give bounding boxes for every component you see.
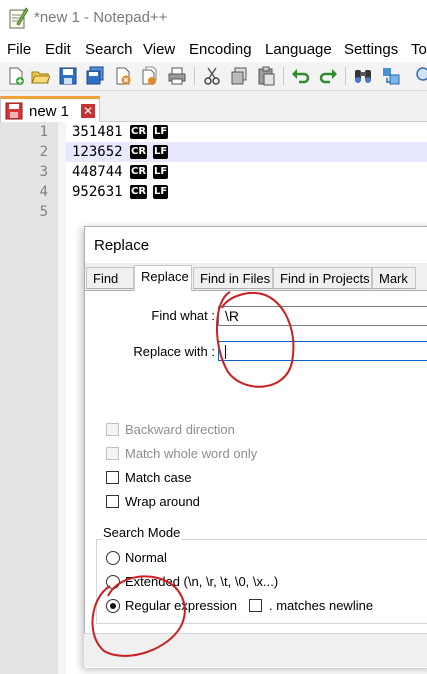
menu-bar: File Edit Search View Encoding Language … — [0, 38, 427, 62]
new-file-icon[interactable] — [6, 66, 26, 86]
zoom-in-icon[interactable] — [415, 66, 427, 86]
extended-label: Extended (\n, \r, \t, \0, \x...) — [125, 574, 279, 589]
line-number: 3 — [39, 164, 48, 180]
regex-radio[interactable] — [106, 599, 120, 613]
line-text: 123652 — [72, 144, 123, 160]
line-text: 448744 — [72, 164, 123, 180]
open-file-icon[interactable] — [30, 66, 50, 86]
line-number: 1 — [39, 124, 48, 140]
editor-line[interactable]: 952631 CR LF — [66, 182, 427, 202]
extended-radio[interactable] — [106, 575, 120, 589]
redo-icon[interactable] — [318, 66, 338, 86]
line-number: 5 — [39, 204, 48, 220]
regex-label: Regular expression — [125, 598, 238, 613]
tab-new-1[interactable]: new 1 ✕ — [0, 96, 100, 122]
dialog-tabs: Find Replace Find in Files Find in Proje… — [85, 265, 427, 291]
search-mode-title: Search Mode — [102, 525, 182, 540]
eol-lf-marker: LF — [153, 145, 169, 159]
cut-icon[interactable] — [202, 66, 222, 86]
tab-find-in-files[interactable]: Find in Files — [193, 267, 273, 289]
replace-icon[interactable] — [381, 66, 401, 86]
save-icon[interactable] — [58, 66, 78, 86]
matches-newline-label: . matches newline — [269, 598, 374, 613]
toolbar-separator — [345, 67, 346, 85]
tab-replace[interactable]: Replace — [134, 265, 192, 291]
matches-newline-checkbox[interactable] — [249, 599, 262, 612]
line-number: 2 — [39, 144, 48, 160]
menu-language[interactable]: Language — [265, 41, 332, 58]
line-text: 351481 — [72, 124, 123, 140]
eol-cr-marker: CR — [130, 185, 148, 199]
eol-lf-marker: LF — [153, 165, 169, 179]
menu-settings[interactable]: Settings — [344, 41, 398, 58]
menu-encoding[interactable]: Encoding — [189, 41, 252, 58]
editor-line-current[interactable]: 123652 CR LF — [66, 142, 427, 162]
dialog-title-bar[interactable]: Replace — [85, 227, 427, 263]
normal-radio[interactable] — [106, 551, 120, 565]
save-all-icon[interactable] — [85, 66, 105, 86]
eol-cr-marker: CR — [130, 125, 148, 139]
toolbar-separator — [283, 67, 284, 85]
tab-mark[interactable]: Mark — [372, 267, 416, 289]
menu-search[interactable]: Search — [85, 41, 133, 58]
menu-edit[interactable]: Edit — [45, 41, 71, 58]
tab-find-in-projects[interactable]: Find in Projects — [273, 267, 372, 289]
menu-file[interactable]: File — [7, 41, 31, 58]
print-icon[interactable] — [167, 66, 187, 86]
notepadpp-app-icon — [9, 7, 28, 29]
search-mode-area: Search Mode Normal Extended (\n, \r, \t,… — [84, 289, 427, 667]
eol-lf-marker: LF — [153, 125, 169, 139]
toolbar-separator — [194, 67, 195, 85]
menu-view[interactable]: View — [143, 41, 175, 58]
line-number: 4 — [39, 184, 48, 200]
dialog-title: Replace — [94, 237, 150, 254]
tab-label: new 1 — [29, 103, 70, 120]
close-file-icon[interactable] — [113, 66, 133, 86]
title-bar: *new 1 - Notepad++ — [0, 0, 427, 38]
editor-line[interactable]: 351481 CR LF — [66, 122, 427, 142]
find-icon[interactable] — [353, 66, 373, 86]
tab-find[interactable]: Find — [86, 267, 134, 289]
eol-lf-marker: LF — [153, 185, 169, 199]
window-title: *new 1 - Notepad++ — [34, 9, 168, 26]
toolbar — [0, 62, 427, 91]
undo-icon[interactable] — [291, 66, 311, 86]
fold-margin — [58, 122, 66, 674]
line-text: 952631 — [72, 184, 123, 200]
eol-cr-marker: CR — [130, 165, 148, 179]
close-tab-icon[interactable]: ✕ — [81, 104, 95, 118]
editor-line[interactable] — [66, 202, 427, 222]
eol-cr-marker: CR — [130, 145, 148, 159]
editor-line[interactable]: 448744 CR LF — [66, 162, 427, 182]
copy-icon[interactable] — [229, 66, 249, 86]
document-tab-bar: new 1 ✕ — [0, 91, 427, 122]
line-number-gutter: 1 2 3 4 5 — [0, 122, 58, 674]
normal-label: Normal — [125, 550, 167, 565]
unsaved-file-icon — [5, 102, 23, 120]
menu-tools[interactable]: To — [411, 41, 427, 58]
close-all-icon[interactable] — [140, 66, 160, 86]
paste-icon[interactable] — [256, 66, 276, 86]
dialog-footer — [84, 633, 427, 667]
